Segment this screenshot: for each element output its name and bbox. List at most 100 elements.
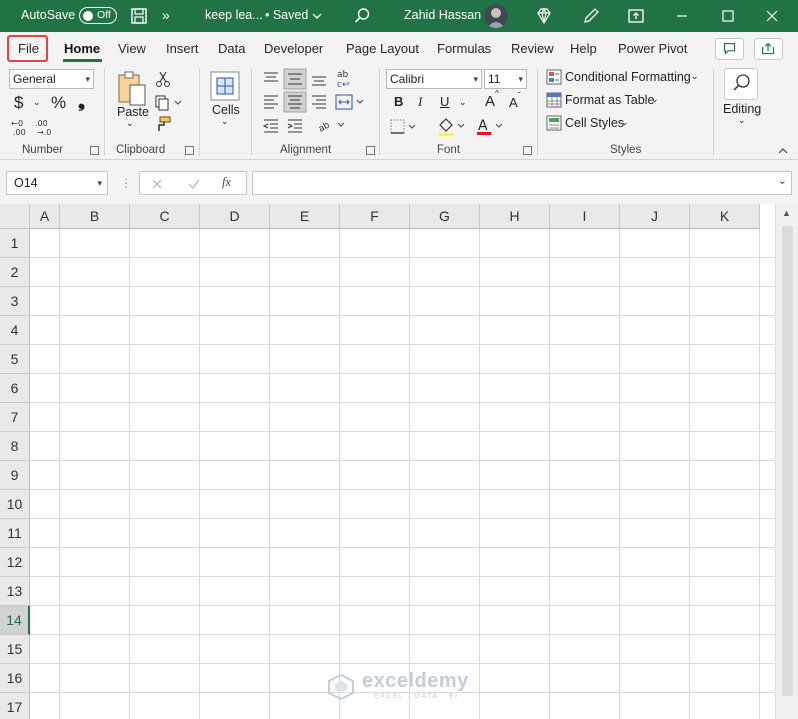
decrease-decimal-icon[interactable]: .00 →.0 — [35, 118, 55, 136]
tab-formulas[interactable]: Formulas — [437, 41, 491, 56]
underline-button[interactable]: U — [440, 94, 449, 109]
row-header-4[interactable]: 4 — [0, 316, 30, 345]
cancel-icon[interactable] — [150, 177, 164, 191]
tab-home[interactable]: Home — [64, 41, 100, 56]
shrink-font-button[interactable]: A — [509, 95, 518, 110]
increase-decimal-icon[interactable]: ← 0 .00 — [11, 118, 31, 136]
select-all-button[interactable] — [0, 204, 30, 229]
editing-button[interactable]: Editing — [723, 102, 761, 116]
conditional-formatting-button[interactable]: Conditional Formatting — [565, 70, 691, 84]
tab-page-layout[interactable]: Page Layout — [346, 41, 419, 56]
column-header-j[interactable]: J — [620, 204, 690, 229]
column-header-c[interactable]: C — [130, 204, 200, 229]
vertical-scrollbar[interactable]: ▲ — [775, 204, 798, 719]
indent-icons[interactable] — [262, 116, 304, 134]
column-header-d[interactable]: D — [200, 204, 270, 229]
format-as-table-button[interactable]: Format as Table — [565, 93, 654, 107]
ribbon-display-icon[interactable] — [626, 6, 646, 26]
font-color-icon[interactable]: A — [475, 116, 507, 136]
close-icon[interactable] — [762, 6, 782, 26]
alignment-launcher-icon[interactable] — [366, 146, 375, 155]
saved-status[interactable]: • Saved — [265, 8, 308, 22]
more-options-icon[interactable]: ⋮ — [120, 176, 132, 190]
formula-input[interactable]: ⌄ — [252, 171, 792, 195]
enter-icon[interactable] — [187, 177, 201, 191]
borders-icon[interactable] — [389, 118, 419, 136]
comma-style-button[interactable]: ❟ — [78, 91, 85, 112]
clipboard-launcher-icon[interactable] — [185, 146, 194, 155]
row-header-8[interactable]: 8 — [0, 432, 30, 461]
tab-developer[interactable]: Developer — [264, 41, 323, 56]
chevron-down-icon[interactable]: ⌄ — [126, 118, 134, 129]
cell-styles-icon[interactable] — [546, 115, 562, 131]
format-as-table-icon[interactable] — [546, 92, 562, 108]
pen-icon[interactable] — [581, 6, 601, 26]
file-title[interactable]: keep lea... — [205, 8, 263, 22]
tab-insert[interactable]: Insert — [166, 41, 199, 56]
tab-help[interactable]: Help — [570, 41, 597, 56]
orientation-icon[interactable]: ab — [317, 116, 347, 134]
font-size-select[interactable]: 11 ▾ — [484, 69, 527, 89]
autosave-toggle[interactable]: Off — [79, 7, 117, 24]
conditional-formatting-icon[interactable] — [546, 69, 562, 85]
editing-search-box[interactable] — [724, 68, 758, 100]
row-header-1[interactable]: 1 — [0, 229, 30, 258]
share-button[interactable] — [754, 38, 783, 60]
chevron-down-icon[interactable]: ⌄ — [778, 174, 787, 187]
fill-color-icon[interactable] — [436, 116, 468, 136]
row-header-15[interactable]: 15 — [0, 635, 30, 664]
maximize-icon[interactable] — [718, 6, 738, 26]
insert-function-icon[interactable]: fx — [222, 175, 231, 190]
row-header-5[interactable]: 5 — [0, 345, 30, 374]
tab-data[interactable]: Data — [218, 41, 245, 56]
row-header-7[interactable]: 7 — [0, 403, 30, 432]
row-header-2[interactable]: 2 — [0, 258, 30, 287]
column-header-e[interactable]: E — [270, 204, 340, 229]
worksheet-grid[interactable]: A B C D E F G H I J K 1 2 3 4 5 6 7 8 9 10 11 12 13 14 15 16 17 ▲ e… — [0, 204, 798, 719]
save-icon[interactable] — [129, 6, 149, 26]
chevron-down-icon[interactable]: ⌄ — [459, 97, 467, 108]
column-header-b[interactable]: B — [60, 204, 130, 229]
wrap-text-icon[interactable]: ab c↩ — [336, 68, 356, 90]
percent-button[interactable]: % — [51, 93, 66, 113]
diamond-icon[interactable] — [534, 6, 554, 26]
row-header-14[interactable]: 14 — [0, 606, 30, 635]
chevron-down-icon[interactable]: ▾ — [97, 172, 102, 194]
copy-icon[interactable] — [154, 94, 184, 112]
chevron-down-icon[interactable]: ⌄ — [221, 116, 229, 127]
more-commands-icon[interactable]: » — [162, 7, 170, 23]
tab-view[interactable]: View — [118, 41, 146, 56]
row-header-9[interactable]: 9 — [0, 461, 30, 490]
chevron-down-icon[interactable]: ⌄ — [691, 71, 699, 82]
cut-icon[interactable] — [155, 70, 171, 88]
avatar[interactable] — [484, 4, 508, 28]
chevron-down-icon[interactable]: ⌄ — [621, 117, 629, 128]
row-header-17[interactable]: 17 — [0, 693, 30, 719]
font-name-select[interactable]: Calibri ▾ — [386, 69, 482, 89]
paste-icon[interactable] — [116, 70, 148, 108]
font-launcher-icon[interactable] — [523, 146, 532, 155]
search-icon[interactable] — [352, 6, 372, 26]
row-header-10[interactable]: 10 — [0, 490, 30, 519]
column-header-a[interactable]: A — [30, 204, 60, 229]
user-name[interactable]: Zahid Hassan — [404, 8, 481, 22]
number-launcher-icon[interactable] — [90, 146, 99, 155]
horizontal-align-icons[interactable] — [262, 91, 338, 113]
row-header-16[interactable]: 16 — [0, 664, 30, 693]
chevron-down-icon[interactable]: ⌄ — [33, 97, 41, 108]
comments-button[interactable] — [715, 38, 744, 60]
tab-power-pivot[interactable]: Power Pivot — [618, 41, 687, 56]
grow-font-button[interactable]: A — [485, 93, 495, 110]
column-header-h[interactable]: H — [480, 204, 550, 229]
tab-review[interactable]: Review — [511, 41, 554, 56]
column-header-i[interactable]: I — [550, 204, 620, 229]
row-header-12[interactable]: 12 — [0, 548, 30, 577]
cell-styles-button[interactable]: Cell Styles — [565, 116, 624, 130]
paste-button[interactable]: Paste — [117, 105, 149, 119]
row-header-13[interactable]: 13 — [0, 577, 30, 606]
format-painter-icon[interactable] — [154, 115, 172, 133]
merge-center-icon[interactable] — [334, 92, 368, 112]
chevron-down-icon[interactable]: ⌄ — [651, 94, 659, 105]
chevron-down-icon[interactable]: ⌄ — [738, 115, 746, 126]
scrollbar-thumb[interactable] — [782, 226, 793, 696]
